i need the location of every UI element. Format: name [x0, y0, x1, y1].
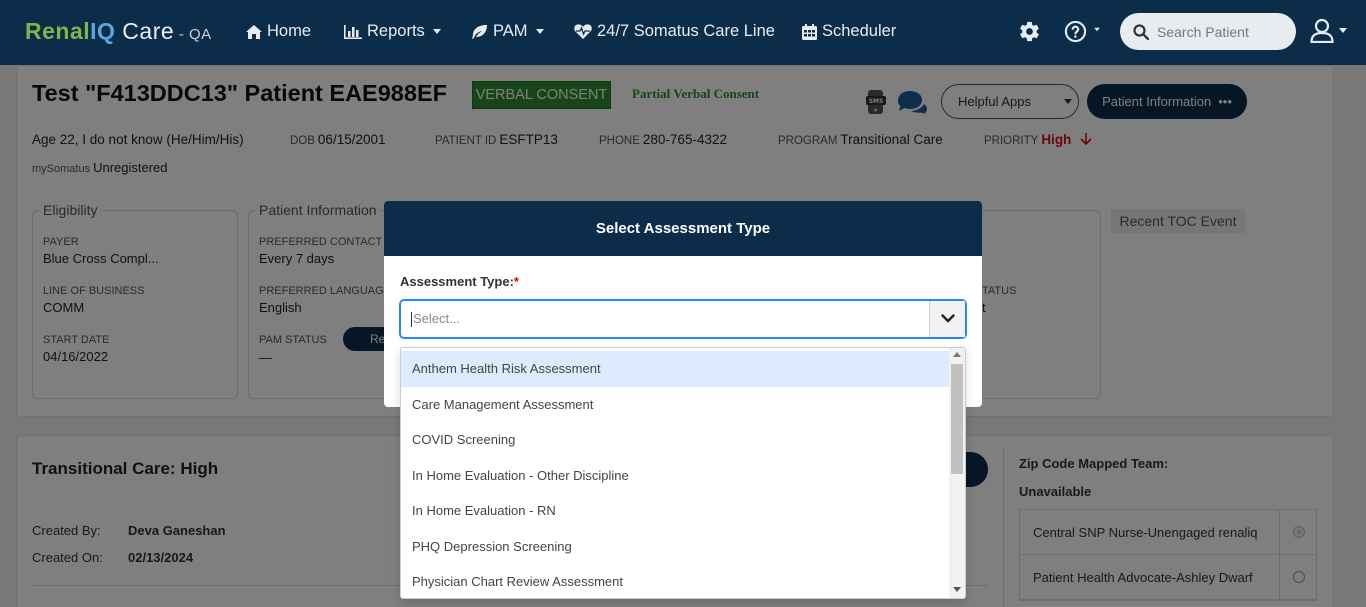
- calendar-icon: [802, 23, 817, 40]
- search-patient-box[interactable]: [1120, 13, 1296, 50]
- heartbeat-icon: [574, 24, 592, 39]
- nav-care-line[interactable]: 24/7 Somatus Care Line: [574, 22, 775, 41]
- user-icon: [1310, 18, 1334, 43]
- option-physician-chart-review[interactable]: Physician Chart Review Assessment: [401, 564, 950, 598]
- nav-reports[interactable]: Reports: [344, 22, 441, 41]
- nav-home[interactable]: Home: [246, 22, 311, 41]
- home-icon: [246, 24, 262, 39]
- option-in-home-rn[interactable]: In Home Evaluation - RN: [401, 493, 950, 529]
- option-anthem-hra[interactable]: Anthem Health Risk Assessment: [401, 351, 950, 387]
- top-navbar: RenalIQ Care - QA Home Reports PAM 24/7 …: [0, 0, 1366, 65]
- assessment-type-select[interactable]: Select...: [400, 300, 966, 338]
- chevron-down-icon: [1094, 27, 1100, 32]
- nav-pam[interactable]: PAM: [472, 22, 544, 41]
- assessment-type-label: Assessment Type:*: [400, 274, 519, 289]
- gear-icon[interactable]: [1018, 20, 1041, 48]
- dropdown-toggle[interactable]: [929, 301, 965, 337]
- option-in-home-other[interactable]: In Home Evaluation - Other Discipline: [401, 458, 950, 494]
- leaf-icon: [472, 24, 487, 39]
- chevron-down-icon: [1339, 28, 1347, 33]
- option-care-management[interactable]: Care Management Assessment: [401, 387, 950, 423]
- brand-logo[interactable]: RenalIQ Care - QA: [25, 18, 212, 45]
- option-phq-depression[interactable]: PHQ Depression Screening: [401, 529, 950, 565]
- chevron-down-icon: [940, 314, 955, 323]
- search-input[interactable]: [1157, 23, 1277, 40]
- search-icon: [1133, 23, 1149, 40]
- scroll-up-icon[interactable]: [953, 352, 961, 357]
- scroll-down-icon[interactable]: [953, 587, 961, 592]
- assessment-type-menu: Anthem Health Risk Assessment Care Manag…: [400, 347, 966, 599]
- chevron-down-icon: [535, 29, 544, 34]
- nav-scheduler[interactable]: Scheduler: [802, 22, 896, 41]
- bar-chart-icon: [344, 24, 362, 39]
- scroll-thumb[interactable]: [951, 364, 963, 474]
- chevron-down-icon: [432, 29, 441, 34]
- dropdown-scrollbar[interactable]: [949, 348, 965, 598]
- modal-title: Select Assessment Type: [384, 201, 982, 256]
- select-placeholder: Select...: [401, 311, 929, 327]
- user-menu[interactable]: [1310, 18, 1347, 43]
- help-icon[interactable]: [1064, 20, 1101, 43]
- option-covid-screening[interactable]: COVID Screening: [401, 422, 950, 458]
